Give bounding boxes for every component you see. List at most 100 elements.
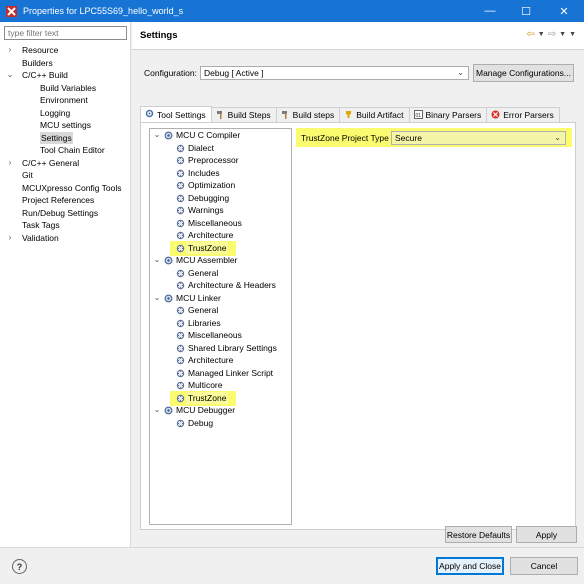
tab-error-parsers[interactable]: Error Parsers: [486, 107, 560, 122]
tool-tree-item[interactable]: Miscellaneous: [150, 329, 291, 342]
option-icon: [176, 244, 185, 253]
tool-tree-item[interactable]: Preprocessor: [150, 154, 291, 167]
back-dropdown-icon[interactable]: ▼: [538, 31, 545, 38]
sidebar-item[interactable]: Project References: [0, 194, 131, 207]
chevron-down-icon[interactable]: ⌄: [6, 69, 14, 82]
option-icon: [176, 269, 185, 278]
apply-and-close-button[interactable]: Apply and Close: [436, 557, 504, 575]
configuration-value: Debug [ Active ]: [204, 68, 264, 78]
tool-tree-item[interactable]: Architecture: [150, 354, 291, 367]
tool-tree-category[interactable]: ⌄ MCU C Compiler: [150, 129, 291, 142]
chevron-right-icon[interactable]: ›: [6, 44, 14, 57]
tool-tree-item[interactable]: Shared Library Settings: [150, 342, 291, 355]
filter-input[interactable]: [4, 26, 127, 40]
chevron-down-icon[interactable]: ⌄: [153, 404, 161, 417]
sidebar-item[interactable]: Tool Chain Editor: [0, 144, 131, 157]
apply-button[interactable]: Apply: [516, 526, 577, 543]
property-tree: › Resource Builders ⌄ C/C++ Build Build Varia…: [0, 44, 131, 244]
window-title: Properties for LPC55S69_hello_world_s: [23, 6, 184, 16]
tab-tool-settings[interactable]: Tool Settings: [140, 106, 212, 122]
tool-gear-icon: [164, 256, 173, 265]
sidebar-item-label: Task Tags: [22, 220, 60, 230]
tool-tree-item[interactable]: Miscellaneous: [150, 217, 291, 230]
configuration-row: Configuration:: [144, 66, 197, 80]
sidebar-item[interactable]: Run/Debug Settings: [0, 207, 131, 220]
close-button[interactable]: ✕: [544, 0, 584, 22]
maximize-button[interactable]: ☐: [508, 0, 544, 22]
forward-arrow-icon[interactable]: ⇨: [548, 29, 556, 40]
hammer-icon: [216, 110, 225, 121]
chevron-right-icon[interactable]: ›: [6, 232, 14, 245]
forward-dropdown-icon[interactable]: ▼: [559, 31, 566, 38]
sidebar-item-label: Logging: [40, 107, 71, 118]
tool-tree-item[interactable]: Debugging: [150, 192, 291, 205]
tool-tree-category[interactable]: ⌄ MCU Debugger: [150, 404, 291, 417]
sidebar-item[interactable]: Environment: [0, 94, 131, 107]
sidebar-item[interactable]: MCUXpresso Config Tools: [0, 182, 131, 195]
sidebar-item-label: Resource: [22, 45, 59, 55]
sidebar-item-label: Environment: [40, 95, 88, 105]
tool-tree-label: Warnings: [188, 205, 224, 215]
view-menu-icon[interactable]: ▼: [569, 31, 576, 38]
tool-tree-item[interactable]: Dialect: [150, 142, 291, 155]
sidebar-item[interactable]: ⌄ C/C++ Build: [0, 69, 131, 82]
tool-tree-item[interactable]: Warnings: [150, 204, 291, 217]
left-panel: › Resource Builders ⌄ C/C++ Build Build Varia…: [0, 22, 131, 547]
tool-tree-label: Debugging: [188, 192, 230, 203]
tool-tree-category[interactable]: ⌄ MCU Linker: [150, 292, 291, 305]
sidebar-item[interactable]: › Validation: [0, 232, 131, 245]
tool-tree-item[interactable]: Architecture & Headers: [150, 279, 291, 292]
tool-tree-item[interactable]: General: [150, 304, 291, 317]
tool-tree-label: General: [188, 267, 219, 278]
tab-build-artifact[interactable]: Build Artifact: [339, 107, 410, 122]
configuration-select[interactable]: Debug [ Active ] ⌄: [200, 66, 469, 80]
tab-bar: Tool Settings Build Steps Build steps Build…: [140, 106, 560, 122]
cancel-button[interactable]: Cancel: [510, 557, 578, 575]
option-icon: [176, 219, 185, 228]
dialog-footer: ? Apply and Close Cancel: [0, 547, 584, 584]
sidebar-item[interactable]: › Resource: [0, 44, 131, 57]
chevron-down-icon[interactable]: ⌄: [153, 292, 161, 305]
tool-tree-label: MCU Debugger: [176, 405, 236, 415]
tool-tree-item[interactable]: General: [150, 267, 291, 280]
tool-tree-item[interactable]: Debug: [150, 417, 291, 430]
tab-build-steps[interactable]: Build Steps: [210, 107, 277, 122]
option-icon: [176, 344, 185, 353]
tab-label: Error Parsers: [503, 110, 554, 120]
tab-label: Build Artifact: [356, 110, 404, 120]
manage-configurations-button[interactable]: Manage Configurations...: [473, 64, 574, 82]
sidebar-item[interactable]: › C/C++ General: [0, 157, 131, 170]
sidebar-item[interactable]: Builders: [0, 57, 131, 70]
tool-tree-item[interactable]: TrustZone: [150, 390, 291, 406]
option-icon: [176, 206, 185, 215]
help-icon[interactable]: ?: [12, 559, 27, 574]
option-icon: [176, 194, 185, 203]
page-header: Settings ⇦ ▼ ⇨ ▼ ▼: [132, 22, 584, 50]
tool-tree-item[interactable]: Includes: [150, 167, 291, 180]
minimize-button[interactable]: —: [472, 0, 508, 22]
sidebar-item[interactable]: Task Tags: [0, 219, 131, 232]
restore-defaults-button[interactable]: Restore Defaults: [445, 526, 512, 543]
chevron-right-icon[interactable]: ›: [6, 157, 14, 170]
sidebar-item[interactable]: MCU settings: [0, 119, 131, 132]
back-arrow-icon[interactable]: ⇦: [526, 29, 534, 40]
chevron-down-icon[interactable]: ⌄: [153, 254, 161, 267]
tool-tree-item[interactable]: Optimization: [150, 179, 291, 192]
tab-binary-parsers[interactable]: 01 Binary Parsers: [408, 107, 488, 122]
trustzone-value: Secure: [395, 133, 422, 143]
sidebar-item[interactable]: Git: [0, 169, 131, 182]
sidebar-item[interactable]: Settings: [0, 131, 131, 144]
trustzone-project-type-select[interactable]: Secure ⌄: [391, 131, 566, 145]
chevron-down-icon[interactable]: ⌄: [153, 129, 161, 142]
tool-tree-item[interactable]: Libraries: [150, 317, 291, 330]
sidebar-item[interactable]: Build Variables: [0, 82, 131, 95]
tool-tree-category[interactable]: ⌄ MCU Assembler: [150, 254, 291, 267]
tool-tree-label: MCU Assembler: [176, 255, 238, 265]
gear-icon: [145, 109, 154, 120]
tab-build-steps[interactable]: Build steps: [275, 107, 341, 122]
tool-tree-item[interactable]: TrustZone: [150, 240, 291, 256]
tool-tree-item[interactable]: Managed Linker Script: [150, 367, 291, 380]
tool-gear-icon: [164, 131, 173, 140]
sidebar-item[interactable]: Logging: [0, 107, 131, 120]
tool-tree-label: MCU Linker: [176, 292, 221, 303]
